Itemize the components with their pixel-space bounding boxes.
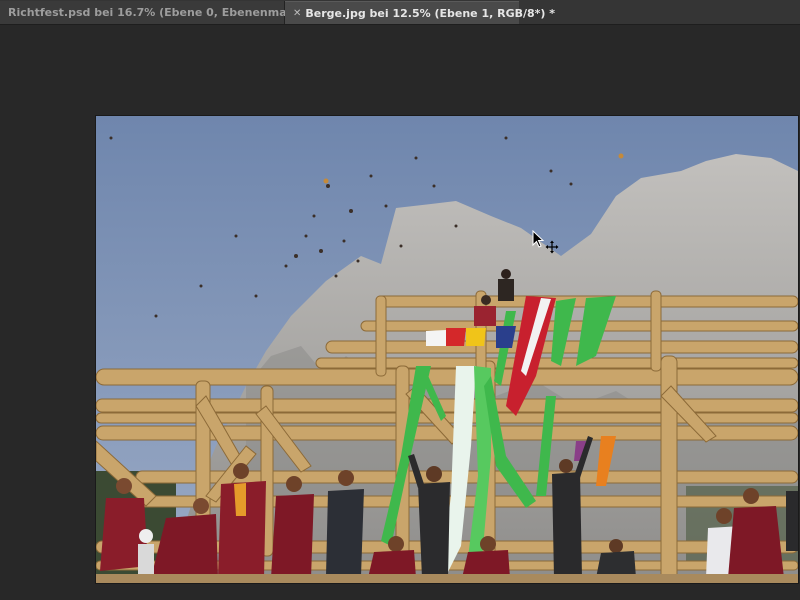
photo-mountains-celebration (96, 116, 798, 583)
tab-berge[interactable]: ✕ Berge.jpg bei 12.5% (Ebene 1, RGB/8*) … (285, 1, 555, 24)
document-image[interactable] (96, 116, 798, 583)
close-icon[interactable]: ✕ (293, 8, 301, 19)
tab-berge-label: Berge.jpg bei 12.5% (Ebene 1, RGB/8*) * (305, 6, 556, 20)
tab-richtfest[interactable]: Richtfest.psd bei 16.7% (Ebene 0, Ebenen… (0, 1, 334, 24)
ground (96, 574, 798, 583)
document-tab-bar: Richtfest.psd bei 16.7% (Ebene 0, Ebenen… (0, 0, 800, 25)
move-cursor-icon (532, 230, 559, 254)
canvas-area[interactable] (0, 25, 800, 600)
